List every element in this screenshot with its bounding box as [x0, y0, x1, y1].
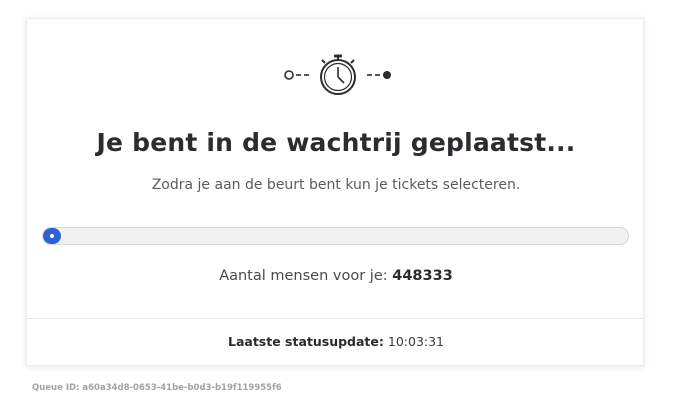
- status-update-line: Laatste statusupdate: 10:03:31: [27, 334, 645, 349]
- queue-id: Queue ID: a60a34d8-0653-41be-b0d3-b19f11…: [32, 383, 282, 393]
- queue-progress-bar: [42, 227, 629, 245]
- divider: [27, 318, 643, 319]
- stopwatch-icon: [284, 54, 391, 95]
- people-ahead-line: Aantal mensen voor je: 448333: [27, 268, 645, 284]
- status-update-label: Laatste statusupdate:: [227, 334, 384, 349]
- people-ahead-count: 448333: [392, 268, 453, 284]
- page-title: Je bent in de wachtrij geplaatst...: [96, 128, 576, 157]
- people-ahead-label: Aantal mensen voor je:: [219, 268, 388, 284]
- queue-card: Je bent in de wachtrij geplaatst... Zodr…: [26, 18, 644, 366]
- page-subtitle: Zodra je aan de beurt bent kun je ticket…: [151, 177, 521, 193]
- progress-indicator-dot: [50, 234, 54, 238]
- status-update-time: 10:03:31: [387, 334, 445, 349]
